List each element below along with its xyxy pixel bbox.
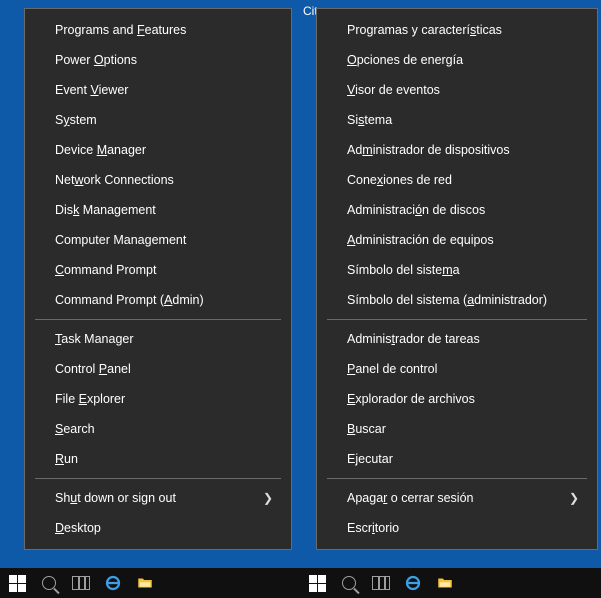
search-icon[interactable] [38, 572, 60, 594]
menu-item-label: Control Panel [55, 362, 131, 376]
menu-item-label: Buscar [347, 422, 386, 436]
winx-en-item[interactable]: Search [25, 414, 291, 444]
winx-es-item[interactable]: Conexiones de red [317, 165, 597, 195]
menu-item-label: Desktop [55, 521, 101, 535]
ie-icon[interactable] [102, 572, 124, 594]
menu-item-label: Command Prompt (Admin) [55, 293, 204, 307]
menu-separator [35, 478, 281, 479]
winx-en-item[interactable]: Computer Management [25, 225, 291, 255]
winx-en-item[interactable]: Control Panel [25, 354, 291, 384]
winx-es-item[interactable]: Escritorio [317, 513, 597, 543]
winx-es-item[interactable]: Ejecutar [317, 444, 597, 474]
winx-es-item[interactable]: Administrador de tareas [317, 324, 597, 354]
menu-item-label: Command Prompt [55, 263, 156, 277]
menu-item-label: Task Manager [55, 332, 134, 346]
menu-item-label: Conexiones de red [347, 173, 452, 187]
winx-es-item[interactable]: Administrador de dispositivos [317, 135, 597, 165]
file-explorer-icon[interactable] [434, 572, 456, 594]
winx-en-item[interactable]: Device Manager [25, 135, 291, 165]
menu-item-label: Event Viewer [55, 83, 128, 97]
menu-item-label: Apagar o cerrar sesión [347, 491, 473, 505]
menu-item-label: Run [55, 452, 78, 466]
task-view-icon[interactable] [70, 572, 92, 594]
winx-en-item[interactable]: Event Viewer [25, 75, 291, 105]
menu-item-label: Administración de equipos [347, 233, 494, 247]
menu-item-label: Programas y características [347, 23, 502, 37]
winx-en-item[interactable]: Task Manager [25, 324, 291, 354]
menu-item-label: Administrador de dispositivos [347, 143, 510, 157]
menu-item-label: Computer Management [55, 233, 186, 247]
winx-en-item[interactable]: File Explorer [25, 384, 291, 414]
menu-item-label: Explorador de archivos [347, 392, 475, 406]
winx-en-item[interactable]: Shut down or sign out ❯ [25, 483, 291, 513]
winx-en-item[interactable]: Command Prompt [25, 255, 291, 285]
winx-es-item[interactable]: Panel de control [317, 354, 597, 384]
chevron-right-icon: ❯ [263, 491, 273, 505]
winx-menu-english: Programs and Features Power Options Event … [24, 8, 292, 550]
winx-menu-spanish: Programas y características Opciones de e… [316, 8, 598, 550]
menu-item-label: System [55, 113, 97, 127]
file-explorer-icon[interactable] [134, 572, 156, 594]
winx-en-item[interactable]: Disk Management [25, 195, 291, 225]
task-view-icon[interactable] [370, 572, 392, 594]
ie-icon[interactable] [402, 572, 424, 594]
winx-es-item[interactable]: Administración de equipos [317, 225, 597, 255]
menu-item-label: Programs and Features [55, 23, 186, 37]
winx-en-item[interactable]: Network Connections [25, 165, 291, 195]
winx-en-item[interactable]: Desktop [25, 513, 291, 543]
winx-es-item[interactable]: Visor de eventos [317, 75, 597, 105]
chevron-right-icon: ❯ [569, 491, 579, 505]
winx-es-item[interactable]: Programas y características [317, 15, 597, 45]
winx-en-item[interactable]: Run [25, 444, 291, 474]
menu-item-label: Ejecutar [347, 452, 393, 466]
menu-separator [327, 478, 587, 479]
menu-item-label: Power Options [55, 53, 137, 67]
start-button[interactable] [6, 572, 28, 594]
menu-item-label: Network Connections [55, 173, 174, 187]
menu-separator [327, 319, 587, 320]
winx-es-item[interactable]: Símbolo del sistema (administrador) [317, 285, 597, 315]
winx-es-item[interactable]: Administración de discos [317, 195, 597, 225]
menu-item-label: Visor de eventos [347, 83, 440, 97]
menu-item-label: Administrador de tareas [347, 332, 480, 346]
winx-es-item[interactable]: Apagar o cerrar sesión ❯ [317, 483, 597, 513]
winx-en-item[interactable]: System [25, 105, 291, 135]
start-button[interactable] [306, 572, 328, 594]
menu-separator [35, 319, 281, 320]
menu-item-label: Escritorio [347, 521, 399, 535]
menu-item-label: Shut down or sign out [55, 491, 176, 505]
winx-en-item[interactable]: Power Options [25, 45, 291, 75]
menu-item-label: Disk Management [55, 203, 156, 217]
menu-item-label: Panel de control [347, 362, 437, 376]
menu-item-label: Device Manager [55, 143, 146, 157]
menu-item-label: Search [55, 422, 95, 436]
taskbar-spanish [300, 568, 601, 598]
menu-item-label: Administración de discos [347, 203, 485, 217]
taskbar-english [0, 568, 300, 598]
winx-es-item[interactable]: Símbolo del sistema [317, 255, 597, 285]
menu-item-label: Opciones de energía [347, 53, 463, 67]
menu-item-label: Símbolo del sistema (administrador) [347, 293, 547, 307]
winx-en-item[interactable]: Command Prompt (Admin) [25, 285, 291, 315]
winx-es-item[interactable]: Explorador de archivos [317, 384, 597, 414]
winx-es-item[interactable]: Opciones de energía [317, 45, 597, 75]
menu-item-label: File Explorer [55, 392, 125, 406]
menu-item-label: Sistema [347, 113, 392, 127]
winx-en-item[interactable]: Programs and Features [25, 15, 291, 45]
winx-es-item[interactable]: Buscar [317, 414, 597, 444]
search-icon[interactable] [338, 572, 360, 594]
winx-es-item[interactable]: Sistema [317, 105, 597, 135]
menu-item-label: Símbolo del sistema [347, 263, 460, 277]
